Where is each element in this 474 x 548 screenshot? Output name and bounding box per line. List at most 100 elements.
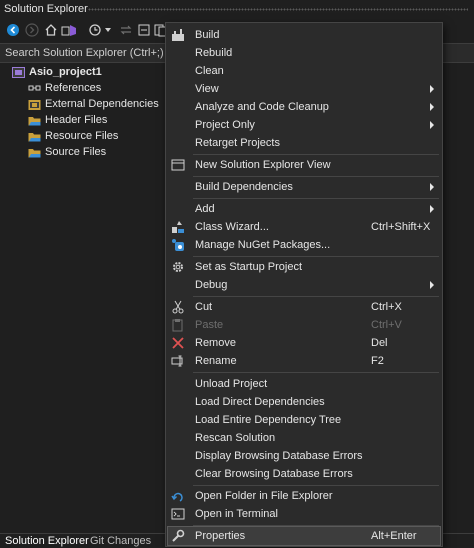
tree-item-label: Resource Files [45, 130, 119, 142]
menu-item-load-entire-dependency-tree[interactable]: Load Entire Dependency Tree [168, 411, 440, 429]
tab-solution-explorer[interactable]: Solution Explorer [5, 535, 89, 547]
menu-item-paste[interactable]: Paste Ctrl+V [168, 316, 440, 334]
tree-item-source-files[interactable]: Source Files [28, 144, 106, 160]
menu-item-unload-project[interactable]: Unload Project [168, 375, 440, 393]
menu-item-rename[interactable]: Rename F2 [168, 352, 440, 370]
menu-item-display-browsing-database-errors[interactable]: Display Browsing Database Errors [168, 447, 440, 465]
external-dependencies-icon [28, 98, 41, 111]
menu-item-set-startup-project[interactable]: Set as Startup Project [168, 258, 440, 276]
menu-separator [193, 256, 439, 257]
menu-item-label: New Solution Explorer View [195, 159, 331, 171]
gear-icon [171, 260, 185, 274]
menu-separator [193, 485, 439, 486]
menu-item-label: Properties [195, 530, 246, 542]
menu-item-label: Rescan Solution [195, 432, 276, 444]
menu-separator [193, 198, 439, 199]
tree-item-label: Header Files [45, 114, 108, 126]
menu-item-label: Paste [195, 319, 224, 331]
menu-item-retarget-projects[interactable]: Retarget Projects [168, 134, 440, 152]
menu-item-manage-nuget[interactable]: Manage NuGet Packages... [168, 236, 440, 254]
menu-item-label: Manage NuGet Packages... [195, 239, 331, 251]
references-icon [28, 82, 41, 95]
menu-item-label: Debug [195, 279, 228, 291]
sync-icon[interactable] [118, 22, 134, 38]
menu-separator [193, 154, 439, 155]
menu-item-clean[interactable]: Clean [168, 62, 440, 80]
menu-item-shortcut: Ctrl+X [371, 301, 402, 313]
collapse-all-icon[interactable] [136, 22, 152, 38]
menu-item-shortcut: Alt+Enter [371, 530, 417, 542]
menu-item-cut[interactable]: Cut Ctrl+X [168, 298, 440, 316]
menu-item-add[interactable]: Add [168, 200, 440, 218]
vs-switch-icon[interactable] [61, 22, 77, 38]
menu-item-shortcut: Del [371, 337, 388, 349]
folder-icon [28, 130, 41, 143]
menu-item-label: Class Wizard... [195, 221, 269, 233]
menu-item-label: Rename [195, 355, 237, 367]
menu-item-load-direct-dependencies[interactable]: Load Direct Dependencies [168, 393, 440, 411]
submenu-arrow-icon [430, 205, 434, 213]
menu-separator [193, 176, 439, 177]
menu-item-view[interactable]: View [168, 80, 440, 98]
menu-item-label: Build [195, 29, 220, 41]
menu-item-label: Unload Project [195, 378, 268, 390]
menu-item-shortcut: F2 [371, 355, 384, 367]
menu-item-rescan-solution[interactable]: Rescan Solution [168, 429, 440, 447]
history-icon[interactable] [87, 22, 103, 38]
menu-item-label: Rebuild [195, 47, 233, 59]
remove-icon [171, 336, 185, 350]
tree-item-label: Source Files [45, 146, 107, 158]
tree-item-resource-files[interactable]: Resource Files [28, 128, 118, 144]
title-bar: Solution Explorer [0, 0, 474, 18]
tab-git-changes[interactable]: Git Changes [90, 535, 151, 547]
menu-item-debug[interactable]: Debug [168, 276, 440, 294]
nuget-icon [171, 238, 185, 252]
submenu-arrow-icon [430, 183, 434, 191]
menu-item-class-wizard[interactable]: Class Wizard... Ctrl+Shift+X [168, 218, 440, 236]
menu-item-analyze[interactable]: Analyze and Code Cleanup [168, 98, 440, 116]
menu-item-open-folder-in-file-explorer[interactable]: Open Folder in File Explorer [168, 487, 440, 505]
menu-separator [193, 296, 439, 297]
context-menu: Build Rebuild Clean View Analyze and Cod… [165, 22, 443, 547]
menu-item-label: Analyze and Code Cleanup [195, 101, 329, 113]
wrench-icon [171, 529, 185, 543]
menu-item-label: Retarget Projects [195, 137, 280, 149]
menu-item-label: Add [195, 203, 215, 215]
menu-separator [193, 525, 439, 526]
menu-item-shortcut: Ctrl+Shift+X [371, 221, 431, 233]
tree-item-references[interactable]: References [28, 80, 101, 96]
menu-item-project-only[interactable]: Project Only [168, 116, 440, 134]
new-view-icon [171, 158, 185, 172]
menu-item-build-dependencies[interactable]: Build Dependencies [168, 178, 440, 196]
home-icon[interactable] [43, 22, 59, 38]
menu-item-label: Project Only [195, 119, 255, 131]
class-wizard-icon [171, 220, 185, 234]
back-icon[interactable] [5, 22, 21, 38]
rename-icon [171, 354, 185, 368]
menu-item-label: Build Dependencies [195, 181, 293, 193]
menu-item-build[interactable]: Build [168, 26, 440, 44]
history-dropdown-icon[interactable] [104, 22, 112, 38]
project-label: Asio_project1 [29, 66, 102, 78]
menu-item-label: Remove [195, 337, 236, 349]
tree-item-header-files[interactable]: Header Files [28, 112, 107, 128]
menu-item-rebuild[interactable]: Rebuild [168, 44, 440, 62]
window-title: Solution Explorer [4, 3, 88, 15]
menu-item-new-solution-explorer-view[interactable]: New Solution Explorer View [168, 156, 440, 174]
menu-item-label: Clean [195, 65, 224, 77]
tree-item-external-dependencies[interactable]: External Dependencies [28, 96, 159, 112]
folder-icon [28, 114, 41, 127]
menu-item-remove[interactable]: Remove Del [168, 334, 440, 352]
title-grip[interactable] [88, 8, 468, 11]
tree-project-node[interactable]: Asio_project1 [12, 64, 102, 80]
menu-item-clear-browsing-database-errors[interactable]: Clear Browsing Database Errors [168, 465, 440, 483]
menu-item-label: Load Entire Dependency Tree [195, 414, 342, 426]
menu-item-label: Load Direct Dependencies [195, 396, 325, 408]
menu-separator [193, 372, 439, 373]
folder-icon [28, 146, 41, 159]
build-icon [171, 28, 185, 42]
menu-item-open-in-terminal[interactable]: Open in Terminal [168, 505, 440, 523]
menu-item-label: View [195, 83, 219, 95]
menu-item-properties[interactable]: Properties Alt+Enter [167, 526, 441, 546]
forward-icon[interactable] [24, 22, 40, 38]
